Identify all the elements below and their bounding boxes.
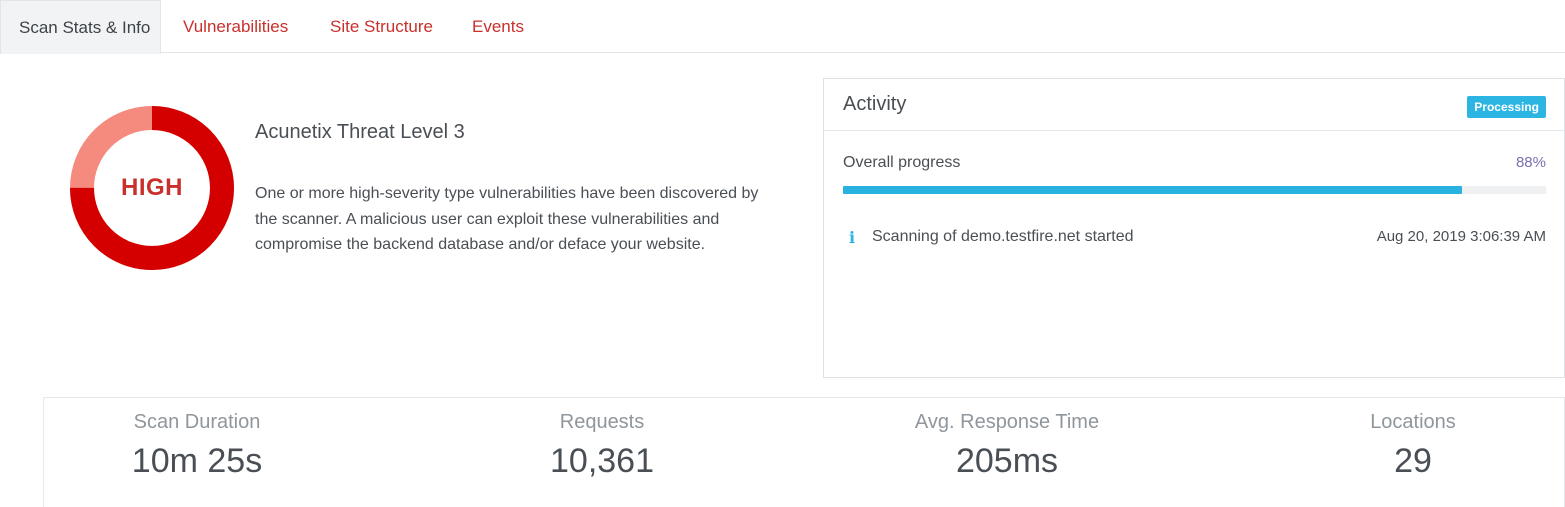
stat-label: Scan Duration [133, 411, 261, 433]
activity-panel: Activity Processing Overall progress 88%… [823, 78, 1565, 378]
tab-scan-stats-info[interactable]: Scan Stats & Info [0, 0, 161, 54]
activity-event-row: i Scanning of demo.testfire.net started … [843, 227, 1546, 251]
stat-requests: Requests 10,361 [422, 398, 782, 481]
activity-event-time: Aug 20, 2019 3:06:39 AM [1376, 228, 1546, 245]
threat-level-description: One or more high-severity type vulnerabi… [255, 185, 759, 253]
progress-bar [843, 186, 1546, 194]
stat-scan-duration: Scan Duration 10m 25s [17, 398, 377, 481]
tab-site-structure[interactable]: Site Structure [330, 0, 433, 53]
activity-title: Activity [843, 93, 907, 115]
threat-level-title: Acunetix Threat Level 3 [255, 121, 465, 143]
activity-header: Activity Processing [824, 79, 1564, 131]
stat-label: Locations [1370, 411, 1456, 433]
status-badge: Processing [1467, 96, 1546, 118]
stat-label: Avg. Response Time [914, 411, 1100, 433]
progress-value: 88% [1515, 154, 1546, 171]
stat-label: Requests [559, 411, 645, 433]
scan-stats-strip: Scan Duration 10m 25s Requests 10,361 Av… [43, 397, 1565, 507]
threat-level-label: HIGH [121, 174, 183, 201]
stat-value: 10m 25s [131, 442, 263, 480]
activity-event-text: Scanning of demo.testfire.net started [872, 228, 1134, 245]
tab-vulnerabilities[interactable]: Vulnerabilities [183, 0, 288, 53]
stat-locations: Locations 29 [1233, 398, 1565, 481]
info-icon: i [849, 228, 856, 247]
tab-bar: Scan Stats & Info Vulnerabilities Site S… [0, 0, 1565, 54]
stat-value: 29 [1394, 442, 1432, 480]
stat-avg-response-time: Avg. Response Time 205ms [827, 398, 1187, 481]
tab-events[interactable]: Events [472, 0, 524, 53]
stat-value: 205ms [955, 442, 1059, 480]
progress-bar-fill [843, 186, 1462, 194]
progress-label: Overall progress [843, 154, 961, 171]
stat-value: 10,361 [550, 442, 654, 480]
